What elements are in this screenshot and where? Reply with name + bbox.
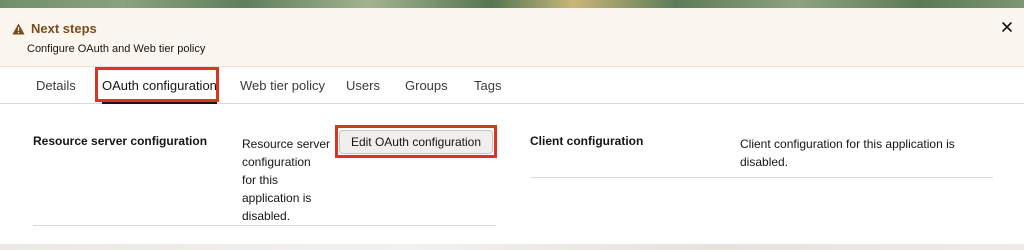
notice-message: Configure OAuth and Web tier policy [27, 43, 206, 55]
tab-details[interactable]: Details [36, 67, 76, 103]
tab-groups[interactable]: Groups [405, 67, 448, 103]
page-bottom-edge [0, 244, 1024, 250]
oauth-configuration-panel: Resource server configuration Resource s… [0, 104, 1024, 244]
client-configuration-title: Client configuration [530, 134, 644, 148]
warning-triangle-icon [12, 23, 25, 34]
resource-server-title: Resource server configuration [33, 134, 208, 148]
resource-server-divider [33, 225, 496, 226]
client-configuration-divider [530, 177, 993, 178]
resource-server-description: Resource server configuration for this a… [242, 137, 331, 223]
edit-oauth-configuration-button[interactable]: Edit OAuth configuration [339, 130, 493, 154]
tab-users[interactable]: Users [346, 67, 380, 103]
tab-bar: Details OAuth configuration Web tier pol… [0, 67, 1024, 104]
tab-web-tier-policy[interactable]: Web tier policy [240, 67, 325, 103]
client-configuration-description: Client configuration for this applicatio… [740, 137, 955, 169]
header-banner-image [0, 0, 1024, 8]
tab-oauth-configuration[interactable]: OAuth configuration [102, 67, 217, 104]
close-icon[interactable] [1000, 20, 1014, 34]
notice-title: Next steps [12, 21, 97, 36]
tab-tags[interactable]: Tags [474, 67, 501, 103]
next-steps-notice: Next steps Configure OAuth and Web tier … [0, 8, 1024, 67]
notice-title-text: Next steps [31, 21, 97, 36]
